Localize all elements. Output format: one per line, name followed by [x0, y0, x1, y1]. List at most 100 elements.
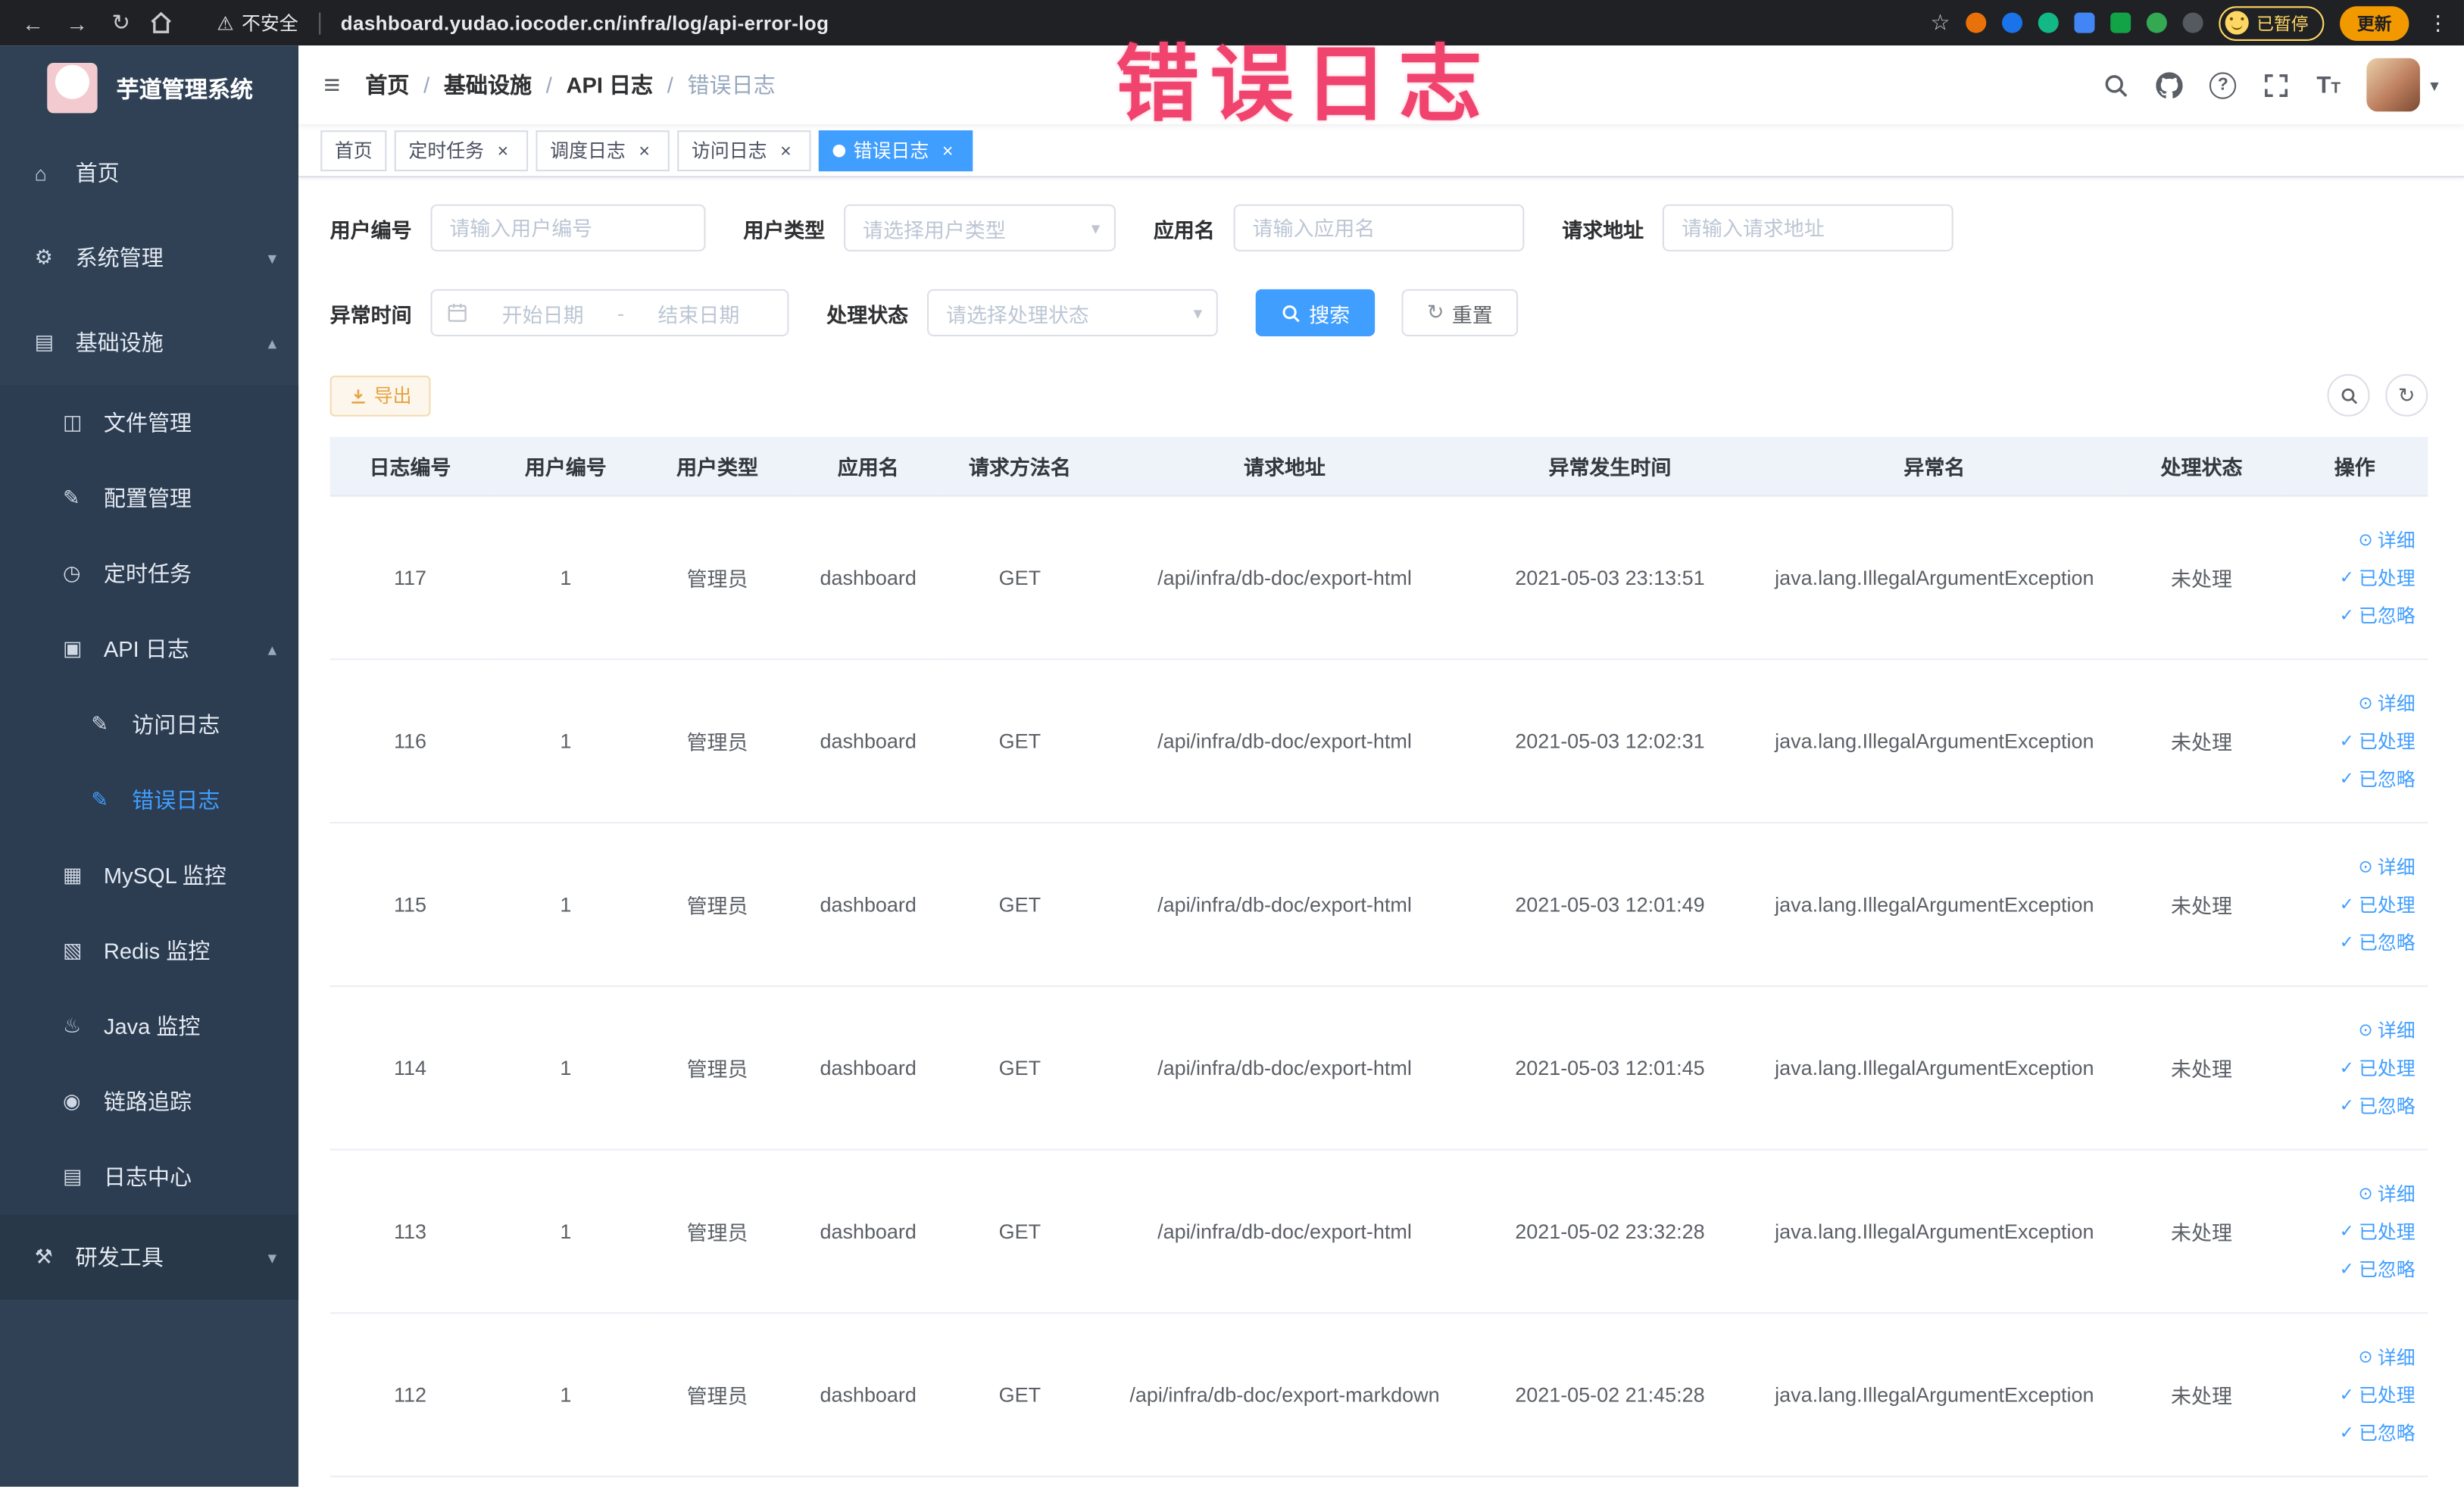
breadcrumb-separator: / [545, 72, 552, 98]
database-icon: ▦ [62, 862, 83, 887]
sidebar-item-label: Java 监控 [103, 1014, 201, 1039]
detail-link[interactable]: ⊙ 详细 [2358, 1343, 2415, 1370]
ignored-link[interactable]: ✓ 已忽略 [2340, 1092, 2416, 1118]
detail-link[interactable]: ⊙ 详细 [2358, 526, 2415, 552]
close-tab-icon[interactable]: × [633, 139, 655, 161]
processed-link[interactable]: ✓ 已处理 [2340, 727, 2416, 754]
sidebar-item-scheduled-tasks[interactable]: ◷ 定时任务 [0, 536, 299, 612]
export-button[interactable]: 导出 [329, 374, 431, 416]
sidebar-item-home[interactable]: ⌂ 首页 [0, 130, 298, 215]
browser-update-button[interactable]: 更新 [2340, 5, 2409, 40]
app-name-input[interactable] [1233, 204, 1525, 251]
detail-link[interactable]: ⊙ 详细 [2358, 1179, 2415, 1206]
processed-link[interactable]: ✓ 已处理 [2340, 1054, 2416, 1080]
hamburger-icon[interactable]: ≡ [323, 68, 340, 102]
processed-link[interactable]: ✓ 已处理 [2340, 1381, 2416, 1407]
address-bar[interactable]: dashboard.yudao.iocoder.cn/infra/log/api… [341, 12, 829, 34]
app-shell: 芋道管理系统 ⌂ 首页 ⚙ 系统管理 ▾ ▤ 基础设施 ▴ ◫ 文件管理 ✎ 配… [0, 45, 2464, 1487]
ignored-link[interactable]: ✓ 已忽略 [2340, 928, 2416, 954]
processed-link[interactable]: ✓ 已处理 [2340, 1217, 2416, 1244]
browser-home-icon[interactable] [148, 9, 183, 36]
end-date-placeholder: 结束日期 [657, 302, 740, 326]
sidebar-item-label: 系统管理 [75, 245, 164, 270]
reset-button[interactable]: ↻ 重置 [1401, 289, 1518, 336]
process-status-select[interactable]: 请选择处理状态 ▾ [927, 289, 1218, 336]
extension-icon-3[interactable] [2038, 12, 2059, 33]
search-icon [2341, 387, 2357, 404]
security-chip[interactable]: ⚠ 不安全 [217, 9, 298, 36]
search-icon[interactable] [2103, 71, 2129, 98]
sidebar-item-mysql-monitor[interactable]: ▦ MySQL 监控 [0, 837, 299, 914]
chevron-up-icon: ▴ [267, 640, 277, 660]
request-url-input[interactable] [1663, 204, 1953, 251]
search-button[interactable]: 搜索 [1255, 289, 1376, 336]
tabs-bar: 首页 定时任务 × 调度日志 × 访问日志 × 错误日志 × [298, 123, 2464, 178]
chevron-down-icon: ▾ [1193, 304, 1203, 323]
fullscreen-icon[interactable] [2263, 71, 2290, 98]
extension-icon-7[interactable] [2182, 12, 2203, 33]
sidebar-item-infrastructure[interactable]: ▤ 基础设施 ▴ [0, 300, 298, 385]
sidebar-item-label: 错误日志 [132, 787, 220, 813]
page-content: 用户编号 用户类型 请选择用户类型 ▾ 应用名 [298, 177, 2464, 1487]
tab-access-log[interactable]: 访问日志 × [677, 130, 811, 171]
close-tab-icon[interactable]: × [492, 139, 514, 161]
tab-error-log[interactable]: 错误日志 × [818, 130, 973, 171]
user-avatar-menu[interactable]: ▾ [2367, 58, 2439, 112]
sidebar-item-file-mgmt[interactable]: ◫ 文件管理 [0, 385, 299, 461]
detail-link[interactable]: ⊙ 详细 [2358, 1016, 2415, 1042]
font-size-icon[interactable]: TT [2316, 71, 2341, 98]
date-range-picker[interactable]: 开始日期 - 结束日期 [430, 289, 789, 336]
toggle-search-button[interactable] [2327, 373, 2370, 417]
sidebar-item-system-mgmt[interactable]: ⚙ 系统管理 ▾ [0, 215, 298, 300]
view-icon: ⊙ [2358, 530, 2373, 550]
tab-schedule-log[interactable]: 调度日志 × [536, 130, 670, 171]
ignored-link[interactable]: ✓ 已忽略 [2340, 601, 2416, 628]
sidebar-item-label: 首页 [75, 160, 120, 186]
github-icon[interactable] [2156, 71, 2184, 98]
breadcrumb-item[interactable]: API 日志 [566, 69, 653, 100]
user-id-input[interactable] [430, 204, 706, 251]
browser-reload-icon[interactable]: ↻ [104, 9, 139, 36]
sidebar-item-access-log[interactable]: ✎ 访问日志 [0, 686, 299, 763]
extension-icon-2[interactable] [2002, 12, 2023, 33]
close-tab-icon[interactable]: × [775, 139, 797, 161]
processed-link[interactable]: ✓ 已处理 [2340, 890, 2416, 917]
breadcrumb-item[interactable]: 基础设施 [444, 69, 532, 100]
sidebar-item-log-center[interactable]: ▤ 日志中心 [0, 1139, 299, 1215]
ignored-link[interactable]: ✓ 已忽略 [2340, 1418, 2416, 1445]
extension-icon-1[interactable] [1966, 12, 1987, 33]
close-tab-icon[interactable]: × [937, 139, 959, 161]
help-icon[interactable]: ? [2209, 71, 2237, 98]
breadcrumb-item[interactable]: 首页 [365, 69, 409, 100]
user-type-select[interactable]: 请选择用户类型 ▾ [844, 204, 1116, 251]
browser-menu-icon[interactable]: ⋮ [2428, 10, 2448, 35]
tab-scheduled-tasks[interactable]: 定时任务 × [394, 130, 529, 171]
processed-link[interactable]: ✓ 已处理 [2340, 564, 2416, 590]
sidebar-item-trace[interactable]: ◉ 链路追踪 [0, 1064, 299, 1140]
ignored-link[interactable]: ✓ 已忽略 [2340, 764, 2416, 791]
extension-icon-4[interactable] [2074, 12, 2095, 33]
bookmark-star-icon[interactable]: ☆ [1931, 9, 1950, 36]
sidebar-item-java-monitor[interactable]: ♨ Java 监控 [0, 988, 299, 1064]
filter-app-name: 应用名 [1154, 204, 1525, 251]
app-logo[interactable]: 芋道管理系统 [0, 45, 298, 130]
detail-link[interactable]: ⊙ 详细 [2358, 852, 2415, 879]
browser-back-icon[interactable]: ← [16, 10, 51, 35]
extension-icon-5[interactable] [2110, 12, 2131, 33]
edit-icon: ✎ [62, 486, 80, 510]
browser-forward-icon[interactable]: → [60, 10, 95, 35]
sidebar-item-error-log[interactable]: ✎ 错误日志 [0, 762, 299, 838]
extension-icon-6[interactable] [2146, 12, 2167, 33]
ignored-link[interactable]: ✓ 已忽略 [2340, 1255, 2416, 1282]
refresh-table-button[interactable]: ↻ [2385, 373, 2428, 417]
sidebar-item-dev-tools[interactable]: ⚒ 研发工具 ▾ [0, 1214, 299, 1300]
profile-sync-paused-chip[interactable]: 已暂停 [2219, 5, 2325, 40]
sidebar-item-redis-monitor[interactable]: ▧ Redis 监控 [0, 913, 299, 989]
chevron-down-icon: ▾ [267, 248, 277, 268]
sidebar-item-config-mgmt[interactable]: ✎ 配置管理 [0, 460, 299, 536]
sidebar-item-api-log[interactable]: ▣ API 日志 ▴ [0, 611, 299, 687]
log-center-icon: ▤ [62, 1164, 83, 1189]
tab-home[interactable]: 首页 [320, 130, 387, 171]
trace-icon: ◉ [62, 1089, 81, 1113]
detail-link[interactable]: ⊙ 详细 [2358, 689, 2415, 716]
